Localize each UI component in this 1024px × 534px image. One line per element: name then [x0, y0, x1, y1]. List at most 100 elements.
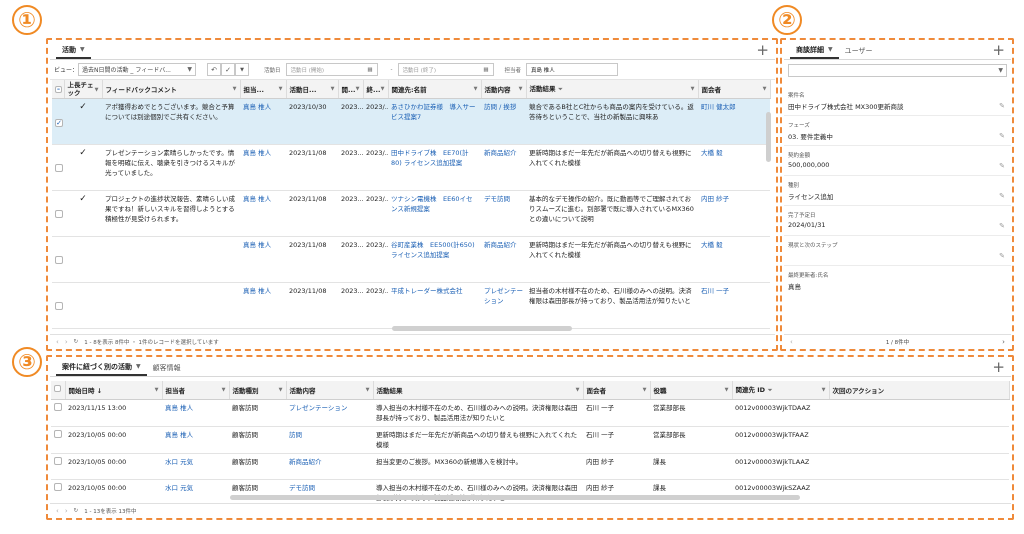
add-tab-icon[interactable]: + — [756, 43, 769, 58]
met-cell[interactable]: 大橋 毅 — [698, 236, 770, 283]
content-cell[interactable]: 訪問 / 挨拶 — [481, 98, 526, 145]
col-header-activity-date[interactable]: 活動日... ▼ — [286, 80, 339, 99]
select-all-header[interactable] — [51, 381, 66, 400]
owner-cell[interactable]: 真島 椎人 — [162, 399, 229, 427]
col-header-result[interactable]: 活動結果 ⏷ ▼ — [526, 80, 699, 99]
pencil-icon[interactable]: ✎ — [999, 102, 1005, 110]
chevron-down-icon[interactable]: ▼ — [366, 387, 370, 393]
row-select-cell[interactable] — [52, 144, 64, 191]
table-row[interactable]: ✓ プロジェクトの進捗状況報告、素晴らしい成果ですね！新しいスキルを習得しようと… — [52, 190, 770, 237]
row-checkbox[interactable] — [55, 209, 63, 218]
col-header-owner[interactable]: 担当者 ▼ — [162, 381, 230, 400]
add-tab-icon[interactable]: + — [992, 360, 1005, 375]
col-header-content[interactable]: 活動内容 ▼ — [286, 381, 374, 400]
col-header-met[interactable]: 面会者 ▼ — [583, 381, 651, 400]
col-header-owner[interactable]: 担当... ▼ — [240, 80, 287, 99]
content-cell[interactable]: 新商品紹介 — [286, 453, 373, 480]
col-header-met[interactable]: 面会者 ▼ — [698, 80, 771, 99]
pencil-icon[interactable]: ✎ — [999, 192, 1005, 200]
content-cell[interactable]: プレゼンテーション — [286, 399, 373, 427]
owner-cell[interactable]: 真島 椎人 — [240, 282, 286, 329]
chevron-down-icon[interactable]: ▼ — [763, 86, 767, 92]
prev-page-icon[interactable]: ‹ — [56, 507, 59, 515]
owner-cell[interactable]: 真島 椎人 — [240, 190, 286, 237]
met-cell[interactable]: 石川 一子 — [698, 282, 770, 329]
content-cell[interactable]: デモ訪問 — [286, 479, 373, 507]
chevron-down-icon[interactable]: ▼ — [222, 387, 226, 393]
related-cell[interactable]: 田中ドライブ株 EE70(計80) ライセンス追加提案 — [388, 144, 481, 191]
row-select-cell[interactable] — [52, 236, 64, 283]
chevron-down-icon[interactable]: ▼ — [828, 46, 833, 53]
content-cell[interactable]: 新商品紹介 — [481, 144, 526, 191]
table-row[interactable]: ✓ ✓ アポ獲得おめでとうございます。競合と予算については別途個別でご共有くださ… — [52, 98, 770, 145]
related-cell[interactable]: 谷町産業株 EE500(計650) ライセンス追加提案 — [388, 236, 481, 283]
next-page-icon[interactable]: › — [65, 338, 68, 346]
chevron-down-icon[interactable]: ▼ — [235, 63, 250, 76]
related-cell[interactable]: 平成トレーダー株式会社 — [388, 282, 481, 329]
prev-record-icon[interactable]: ‹ — [790, 338, 793, 346]
feedback-cell[interactable] — [102, 236, 240, 283]
row-select-cell[interactable] — [51, 479, 65, 507]
col-header-feedback[interactable]: フィードバックコメント ▼ — [102, 80, 241, 99]
row-select-cell[interactable] — [51, 426, 65, 454]
owner-cell[interactable]: 真島 椎人 — [162, 426, 229, 454]
col-header-manager-check[interactable]: 上長チェック ▼ — [64, 80, 103, 99]
feedback-cell[interactable]: プレゼンテーション素晴らしかったです。情報を明確に伝え、聴衆を引きつけるスキルが… — [102, 144, 240, 191]
owner-filter-input[interactable]: 真島 椎人 — [526, 63, 619, 76]
related-cell[interactable]: あさひかわ証券様 導入サービス提案7 — [388, 98, 481, 145]
owner-cell[interactable]: 真島 椎人 — [240, 98, 286, 145]
prev-page-icon[interactable]: ‹ — [56, 338, 59, 346]
refresh-icon[interactable]: ↻ — [74, 508, 79, 514]
chevron-down-icon[interactable]: ▼ — [519, 86, 523, 92]
feedback-cell[interactable] — [102, 282, 240, 329]
refresh-icon[interactable]: ↻ — [74, 339, 79, 345]
col-header-related[interactable]: 関連先:名前 ▼ — [388, 80, 482, 99]
col-header-next-action[interactable]: 次回のアクション — [829, 381, 1010, 400]
tab-deal-detail[interactable]: 商談詳細 ▼ — [790, 42, 839, 59]
chevron-down-icon[interactable]: ▼ — [279, 387, 283, 393]
horizontal-scrollbar[interactable] — [392, 326, 572, 331]
check-icon[interactable]: ✓ — [221, 63, 236, 76]
col-header-title[interactable]: 役職 ▼ — [650, 381, 733, 400]
chevron-down-icon[interactable]: ▼ — [643, 387, 647, 393]
owner-cell[interactable]: 水口 元気 — [162, 479, 229, 507]
date-start-input[interactable]: 活動日 (開始) ▦ — [285, 63, 378, 76]
content-cell[interactable]: 訪問 — [286, 426, 373, 454]
met-cell[interactable]: 内田 紗子 — [698, 190, 770, 237]
owner-cell[interactable]: 真島 椎人 — [240, 236, 286, 283]
col-header-end[interactable]: 終... ▼ — [363, 80, 389, 99]
col-header-start-datetime[interactable]: 開始日時 ↓ ▼ — [65, 381, 163, 400]
next-record-icon[interactable]: › — [1002, 338, 1005, 346]
chevron-down-icon[interactable]: ▼ — [822, 387, 826, 393]
tab-customer-info[interactable]: 顧客情報 — [147, 359, 187, 376]
row-checkbox[interactable] — [54, 482, 62, 491]
col-header-related-id[interactable]: 関連先 ID ⏷ ▼ — [732, 381, 830, 400]
table-row[interactable]: 真島 椎人 2023/11/08 2023... 2023/... 谷町産業株 … — [52, 236, 770, 283]
row-select-cell[interactable] — [52, 282, 64, 329]
row-select-cell[interactable] — [51, 453, 65, 480]
tab-related-activities[interactable]: 案件に紐づく別の活動 ▼ — [56, 359, 147, 376]
col-header-start[interactable]: 開... ▼ — [338, 80, 364, 99]
undo-icon[interactable]: ↶ — [207, 63, 222, 76]
col-header-result[interactable]: 活動結果 ▼ — [373, 381, 584, 400]
view-select[interactable]: 過去N日間の活動 _ フィードバ... ▼ — [78, 63, 197, 76]
row-checkbox[interactable] — [54, 429, 62, 438]
content-cell[interactable]: プレゼンテーション — [481, 282, 526, 329]
chevron-down-icon[interactable]: ▼ — [691, 86, 695, 92]
table-row[interactable]: 2023/10/05 00:00 真島 椎人 顧客訪問 訪問 更新時期はまだ一年… — [51, 426, 1009, 454]
add-tab-icon[interactable]: + — [992, 43, 1005, 58]
chevron-down-icon[interactable]: ▼ — [95, 86, 99, 94]
chevron-down-icon[interactable]: ▼ — [474, 86, 478, 92]
horizontal-scrollbar[interactable] — [230, 495, 800, 500]
chevron-down-icon[interactable]: ▼ — [725, 387, 729, 393]
col-header-content[interactable]: 活動内容 ▼ — [481, 80, 527, 99]
chevron-down-icon[interactable]: ▼ — [381, 86, 385, 92]
row-checkbox[interactable] — [55, 163, 63, 172]
calendar-icon[interactable]: ▦ — [367, 67, 372, 73]
owner-cell[interactable]: 真島 椎人 — [240, 144, 286, 191]
row-select-cell[interactable] — [51, 399, 65, 427]
select-all-checkbox[interactable] — [54, 385, 61, 393]
owner-cell[interactable]: 水口 元気 — [162, 453, 229, 480]
chevron-down-icon[interactable]: ▼ — [136, 363, 141, 370]
met-cell[interactable]: 町川 健太郎 — [698, 98, 770, 145]
